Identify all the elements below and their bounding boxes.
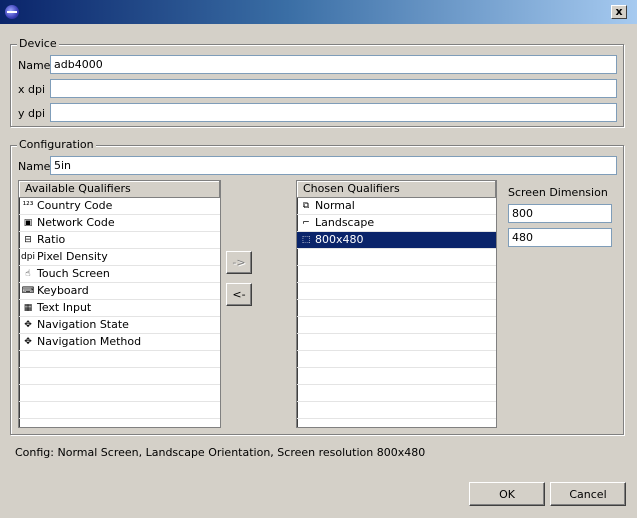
chosen-item-normal[interactable]: ⧉ Normal xyxy=(297,198,496,215)
chosen-item-label: Landscape xyxy=(315,216,375,229)
chosen-item-landscape[interactable]: ⌐ Landscape xyxy=(297,215,496,232)
x-dpi-input[interactable] xyxy=(50,79,617,98)
available-item-label: Touch Screen xyxy=(37,267,110,280)
available-item-empty xyxy=(19,385,220,402)
available-item-empty xyxy=(19,368,220,385)
available-qualifiers-list[interactable]: Available Qualifiers ¹²³ Country Code ▣ Net… xyxy=(18,180,221,428)
chosen-item-empty xyxy=(297,351,496,368)
y-dpi-label: y dpi xyxy=(18,107,46,120)
available-qualifiers-header: Available Qualifiers xyxy=(19,181,220,198)
available-item-label: Navigation State xyxy=(37,318,129,331)
available-item-label: Network Code xyxy=(37,216,115,229)
navigation-state-icon: ✥ xyxy=(24,319,32,330)
device-legend: Device xyxy=(17,37,59,50)
chosen-qualifiers-list[interactable]: Chosen Qualifiers ⧉ Normal ⌐ Landscape ⬚ 800x… xyxy=(296,180,497,428)
chosen-item-empty xyxy=(297,300,496,317)
available-item-label: Country Code xyxy=(37,199,113,212)
chosen-item-empty xyxy=(297,368,496,385)
navigation-method-icon: ✥ xyxy=(24,336,32,347)
screen-width-input[interactable]: 800 xyxy=(508,204,612,223)
ok-button[interactable]: OK xyxy=(469,482,545,506)
available-item-touch-screen[interactable]: ☝ Touch Screen xyxy=(19,266,220,283)
chosen-item-label: Normal xyxy=(315,199,355,212)
available-item-ratio[interactable]: ⊟ Ratio xyxy=(19,232,220,249)
remove-qualifier-button[interactable]: <- xyxy=(226,283,252,306)
text-input-icon: ▦ xyxy=(23,302,33,313)
keyboard-icon: ⌨ xyxy=(21,285,35,296)
add-qualifier-button[interactable]: -> xyxy=(226,251,252,274)
chosen-item-empty xyxy=(297,266,496,283)
chosen-item-label: 800x480 xyxy=(315,233,364,246)
screen-height-input[interactable]: 480 xyxy=(508,228,612,247)
network-code-icon: ▣ xyxy=(23,217,33,228)
touch-screen-icon: ☝ xyxy=(25,268,31,279)
available-item-keyboard[interactable]: ⌨ Keyboard xyxy=(19,283,220,300)
screen-dimension-label: Screen Dimension xyxy=(508,186,608,199)
chosen-item-empty xyxy=(297,402,496,419)
chosen-item-empty xyxy=(297,249,496,266)
config-summary: Config: Normal Screen, Landscape Orienta… xyxy=(15,446,426,459)
available-item-label: Pixel Density xyxy=(37,250,108,263)
chosen-item-empty xyxy=(297,283,496,300)
available-item-network-code[interactable]: ▣ Network Code xyxy=(19,215,220,232)
x-dpi-label: x dpi xyxy=(18,83,46,96)
normal-screen-icon: ⧉ xyxy=(302,200,310,211)
config-name-label: Name xyxy=(18,160,51,173)
configuration-legend: Configuration xyxy=(17,138,96,151)
ratio-icon: ⊟ xyxy=(24,234,32,245)
available-item-label: Navigation Method xyxy=(37,335,142,348)
config-name-input[interactable]: 5in xyxy=(50,156,617,175)
available-item-country-code[interactable]: ¹²³ Country Code xyxy=(19,198,220,215)
country-code-icon: ¹²³ xyxy=(22,200,34,211)
close-icon[interactable]: x xyxy=(611,5,627,19)
available-item-empty xyxy=(19,402,220,419)
chosen-item-800x480[interactable]: ⬚ 800x480 xyxy=(297,232,496,249)
landscape-icon: ⌐ xyxy=(302,217,310,228)
available-item-navigation-method[interactable]: ✥ Navigation Method xyxy=(19,334,220,351)
available-item-label: Keyboard xyxy=(37,284,89,297)
screen-dimension-icon: ⬚ xyxy=(301,234,311,245)
chosen-item-empty xyxy=(297,385,496,402)
title-bar: x xyxy=(0,0,637,24)
device-name-label: Name xyxy=(18,59,51,72)
chosen-qualifiers-header: Chosen Qualifiers xyxy=(297,181,496,198)
available-item-text-input[interactable]: ▦ Text Input xyxy=(19,300,220,317)
y-dpi-input[interactable] xyxy=(50,103,617,122)
chosen-item-empty xyxy=(297,317,496,334)
cancel-button[interactable]: Cancel xyxy=(550,482,626,506)
pixel-density-icon: dpi xyxy=(21,251,35,262)
eclipse-app-icon xyxy=(5,5,19,19)
device-name-input[interactable]: adb4000 xyxy=(50,55,617,74)
available-item-pixel-density[interactable]: dpi Pixel Density xyxy=(19,249,220,266)
available-item-label: Ratio xyxy=(37,233,66,246)
available-item-label: Text Input xyxy=(37,301,92,314)
available-item-empty xyxy=(19,351,220,368)
available-item-navigation-state[interactable]: ✥ Navigation State xyxy=(19,317,220,334)
chosen-item-empty xyxy=(297,334,496,351)
